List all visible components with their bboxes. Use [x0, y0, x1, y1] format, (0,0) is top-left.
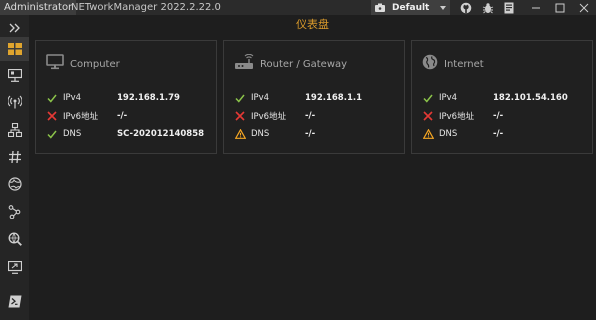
row-value: -/-: [305, 111, 316, 121]
network-interface-icon: [7, 67, 22, 86]
warning-icon: [234, 128, 246, 140]
dns-row: DNS SC-202012140858: [46, 127, 204, 141]
bug-icon[interactable]: [481, 1, 494, 14]
row-key: IPv4: [63, 93, 82, 103]
dns-row: DNS -/-: [234, 127, 315, 141]
sidebar-item-ip-scanner[interactable]: [0, 119, 29, 143]
row-key: IPv6地址: [439, 112, 475, 122]
row-value: -/-: [117, 111, 128, 121]
checkmark-icon: [234, 92, 246, 104]
card-title: Router / Gateway: [260, 58, 348, 70]
ipv4-row: IPv4 192.168.1.1: [234, 91, 362, 105]
dns-lookup-icon: [8, 231, 22, 250]
checkmark-icon: [46, 92, 58, 104]
app-title: NETworkManager 2022.2.22.0: [71, 2, 221, 13]
router-icon: [234, 53, 254, 74]
page-title: 仪表盘: [296, 18, 329, 31]
row-value: 192.168.1.79: [117, 93, 180, 103]
row-value: 192.168.1.1: [305, 93, 363, 103]
row-value: 182.101.54.160: [493, 93, 568, 103]
remote-desktop-icon: [7, 259, 22, 278]
close-icon[interactable]: [577, 1, 590, 14]
dns-row: DNS -/-: [422, 127, 503, 141]
sidebar: [0, 15, 29, 320]
warning-icon: [422, 128, 434, 140]
chevron-double-right-icon: [9, 18, 21, 37]
row-value: -/-: [493, 111, 504, 121]
ipv6-row: IPv6地址 -/-: [234, 109, 315, 123]
document-icon[interactable]: [502, 1, 515, 14]
error-x-icon: [422, 110, 434, 122]
traceroute-icon: [8, 204, 22, 223]
ipv4-row: IPv4 182.101.54.160: [422, 91, 568, 105]
checkmark-icon: [422, 92, 434, 104]
row-value: -/-: [493, 129, 504, 139]
card-header: Internet: [422, 54, 484, 74]
sidebar-item-dashboard[interactable]: [0, 37, 29, 61]
card-title: Computer: [70, 58, 120, 70]
sidebar-item-dns-lookup[interactable]: [0, 228, 29, 252]
globe-icon: [422, 54, 438, 74]
ping-monitor-icon: [7, 176, 22, 195]
row-key: DNS: [439, 129, 458, 139]
wifi-icon: [6, 94, 23, 113]
profile-icon: [373, 2, 387, 14]
dashboard-icon: [7, 40, 22, 59]
profile-selector[interactable]: Default: [371, 0, 450, 15]
github-icon[interactable]: [459, 1, 472, 14]
computer-card: Computer IPv4 192.168.1.79 IPv6地址 -/- DN…: [35, 40, 217, 154]
internet-card: Internet IPv4 182.101.54.160 IPv6地址 -/- …: [411, 40, 593, 154]
card-header: Router / Gateway: [234, 53, 348, 74]
card-title: Internet: [444, 58, 484, 70]
ip-scanner-icon: [7, 122, 22, 141]
sidebar-item-port-scanner[interactable]: [0, 146, 29, 170]
row-key: DNS: [63, 129, 82, 139]
sidebar-item-ping-monitor[interactable]: [0, 173, 29, 197]
ipv6-row: IPv6地址 -/-: [422, 109, 503, 123]
checkmark-icon: [46, 128, 58, 140]
sidebar-item-powershell[interactable]: [0, 290, 29, 314]
maximize-icon[interactable]: [553, 1, 566, 14]
sidebar-expand-button[interactable]: [0, 15, 29, 39]
ipv6-row: IPv6地址 -/-: [46, 109, 127, 123]
sidebar-item-network-interface[interactable]: [0, 64, 29, 88]
powershell-icon: [8, 293, 22, 312]
port-scanner-icon: [8, 149, 22, 168]
title-bar: Administrator NETworkManager 2022.2.22.0…: [0, 0, 596, 15]
error-x-icon: [234, 110, 246, 122]
sidebar-item-wifi[interactable]: [0, 91, 29, 115]
sidebar-item-remote-desktop[interactable]: [0, 256, 29, 280]
row-key: IPv4: [251, 93, 270, 103]
sidebar-item-traceroute[interactable]: [0, 201, 29, 225]
chevron-down-icon: [440, 5, 446, 10]
profile-label: Default: [392, 2, 430, 13]
error-x-icon: [46, 110, 58, 122]
user-label: Administrator: [0, 0, 77, 15]
row-key: IPv4: [439, 93, 458, 103]
ipv4-row: IPv4 192.168.1.79: [46, 91, 180, 105]
minimize-icon[interactable]: [529, 1, 542, 14]
card-header: Computer: [46, 54, 120, 74]
computer-icon: [46, 54, 64, 74]
router-gateway-card: Router / Gateway IPv4 192.168.1.1 IPv6地址…: [223, 40, 405, 154]
row-key: IPv6地址: [63, 112, 99, 122]
row-value: SC-202012140858: [117, 129, 205, 139]
row-key: DNS: [251, 129, 270, 139]
row-key: IPv6地址: [251, 112, 287, 122]
row-value: -/-: [305, 129, 316, 139]
